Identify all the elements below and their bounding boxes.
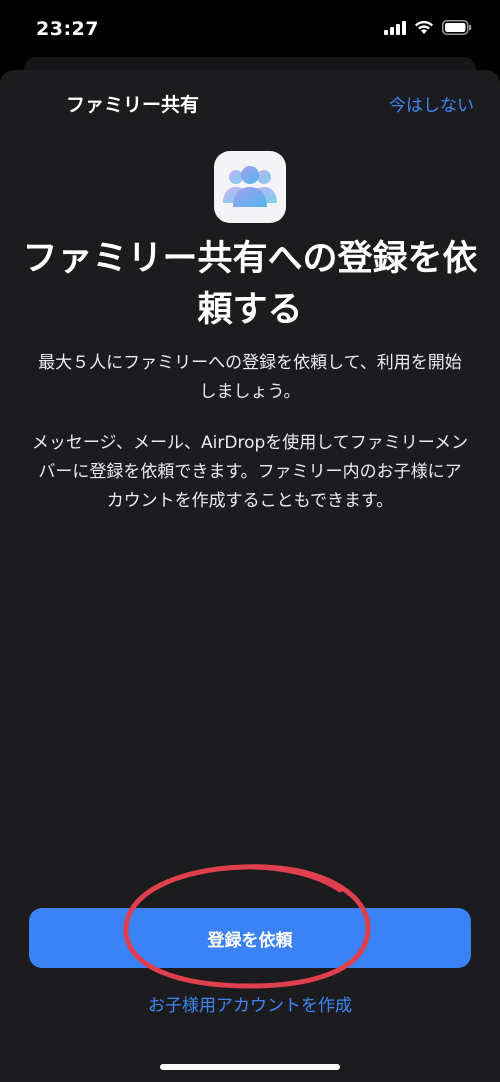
home-indicator[interactable] — [160, 1064, 340, 1070]
family-sharing-icon — [214, 151, 286, 223]
intro-paragraph: 最大５人にファミリーへの登録を依頼して、利用を開始しましょう。 — [38, 353, 462, 402]
create-child-account-link[interactable]: お子様用アカウントを作成 — [0, 991, 500, 1016]
request-join-label: 登録を依頼 — [207, 930, 293, 951]
not-now-button[interactable]: 今はしない — [389, 91, 474, 116]
cellular-signal-icon — [384, 20, 406, 35]
status-bar: 23:27 — [0, 0, 500, 60]
status-time: 23:27 — [36, 18, 99, 40]
description-paragraph: メッセージ、メール、AirDropを使用してファミリーメンバーに登録を依頼できま… — [31, 433, 469, 511]
status-icons — [384, 20, 472, 35]
page-headline: ファミリー共有への登録を依頼する — [22, 239, 478, 330]
request-join-button[interactable]: 登録を依頼 — [29, 908, 471, 968]
battery-icon — [442, 20, 472, 35]
sheet-title: ファミリー共有 — [66, 94, 200, 116]
wifi-icon — [415, 20, 433, 34]
